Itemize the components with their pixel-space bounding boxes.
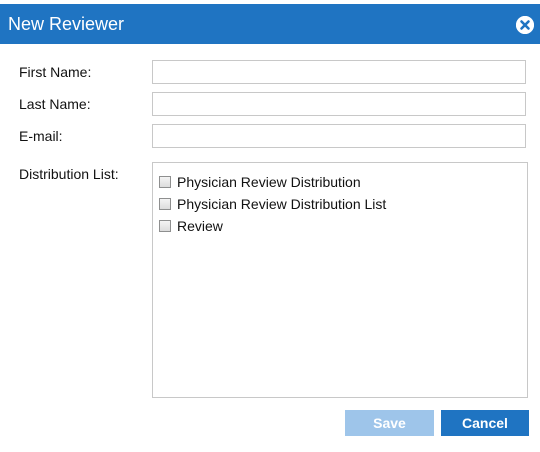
last-name-label: Last Name: [19,96,91,112]
last-name-field[interactable] [152,92,526,116]
distribution-option[interactable]: Physician Review Distribution [159,173,361,191]
first-name-field[interactable] [152,60,526,84]
distribution-option-label: Review [177,218,223,234]
dialog-titlebar: New Reviewer [0,4,540,44]
distribution-option[interactable]: Review [159,217,223,235]
distribution-option-label: Physician Review Distribution List [177,196,387,212]
first-name-label: First Name: [19,64,92,80]
distribution-option-label: Physician Review Distribution [177,174,361,190]
distribution-list-label: Distribution List: [19,166,119,182]
save-button[interactable]: Save [345,410,434,436]
close-icon[interactable] [516,16,534,34]
checkbox[interactable] [159,176,171,188]
email-label: E-mail: [19,128,63,144]
checkbox[interactable] [159,220,171,232]
new-reviewer-dialog: New Reviewer First Name: Last Name: E-ma… [0,0,540,452]
checkbox[interactable] [159,198,171,210]
dialog-title: New Reviewer [8,14,125,34]
email-field[interactable] [152,124,526,148]
distribution-option[interactable]: Physician Review Distribution List [159,195,386,213]
cancel-button[interactable]: Cancel [441,410,529,436]
distribution-list-box: Physician Review Distribution Physician … [152,162,528,398]
